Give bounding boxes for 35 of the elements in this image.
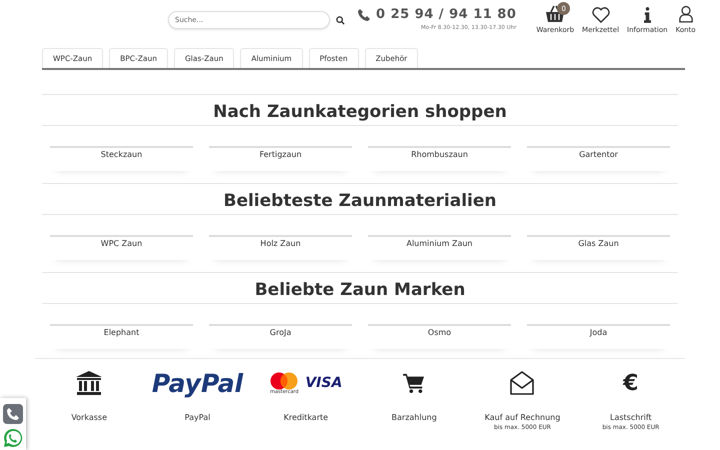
payment-label: PayPal xyxy=(184,413,210,422)
bank-icon xyxy=(75,370,104,396)
section-heading: Beliebte Zaun Marken xyxy=(42,273,678,304)
category-card[interactable]: Rhombuszaun xyxy=(368,146,511,171)
category-card[interactable]: WPC Zaun xyxy=(50,235,193,260)
category-card[interactable]: GroJa xyxy=(209,324,352,349)
cart-icon xyxy=(403,373,426,393)
payment-label: Kreditkarte xyxy=(284,413,328,422)
visa-logo: VISA xyxy=(305,375,342,391)
user-icon xyxy=(678,5,693,23)
category-card[interactable]: Joda xyxy=(527,324,670,349)
category-card[interactable]: Elephant xyxy=(50,324,193,349)
category-card[interactable]: Holz Zaun xyxy=(209,235,352,260)
category-card[interactable]: Osmo xyxy=(368,324,511,349)
phone-icon[interactable] xyxy=(3,404,23,424)
euro-icon: € xyxy=(623,370,638,396)
payment-label: Kauf auf Rechnung xyxy=(484,413,560,422)
payment-label: Vorkasse xyxy=(71,413,107,422)
whatsapp-icon[interactable] xyxy=(3,428,23,448)
envelope-icon xyxy=(509,370,536,396)
paypal-logo: PayPal xyxy=(152,368,244,398)
phone-number[interactable]: 0 25 94 / 94 11 80 xyxy=(376,7,516,22)
section-heading: Nach Zaunkategorien shoppen xyxy=(42,95,678,126)
payment-label: Lastschrift xyxy=(610,413,652,422)
payment-label: Barzahlung xyxy=(392,413,437,422)
category-card[interactable]: Fertigzaun xyxy=(209,146,352,171)
category-card[interactable]: Gartentor xyxy=(527,146,670,171)
category-card[interactable]: Aluminium Zaun xyxy=(368,235,511,260)
section-heading: Beliebteste Zaunmaterialien xyxy=(42,184,678,215)
category-card[interactable]: Steckzaun xyxy=(50,146,193,171)
info-icon xyxy=(644,7,651,23)
heart-icon xyxy=(592,7,610,23)
search-icon[interactable] xyxy=(336,16,345,24)
category-card[interactable]: Glas Zaun xyxy=(527,235,670,260)
phone-icon xyxy=(358,8,370,20)
